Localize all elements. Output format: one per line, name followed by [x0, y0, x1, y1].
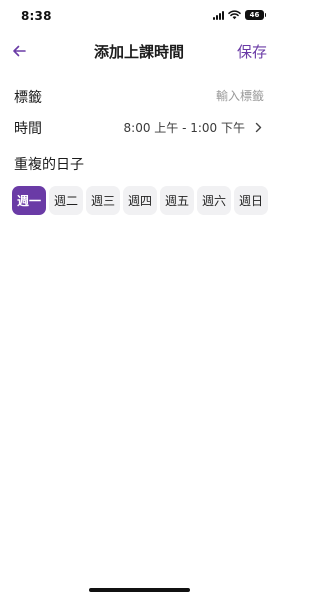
day-chip-sunday[interactable]: 週日: [234, 186, 268, 215]
status-icons: 46: [213, 10, 266, 20]
day-chip-saturday[interactable]: 週六: [197, 186, 231, 215]
save-button[interactable]: 保存: [237, 41, 267, 62]
time-range-value: 8:00 上午 - 1:00 下午: [123, 121, 245, 135]
label-row-title: 標籤: [14, 90, 42, 106]
chevron-right-icon: [252, 119, 264, 135]
day-chip-monday[interactable]: 週一: [12, 186, 46, 215]
add-class-time-screen: 8:38 46 添加上課時間 保存 標籤 輸入標籤 時間 8:00 上午 - 1…: [0, 0, 278, 600]
signal-icon: [213, 10, 224, 20]
wifi-icon: [228, 10, 241, 20]
day-chip-friday[interactable]: 週五: [160, 186, 194, 215]
battery-level: 46: [249, 11, 260, 19]
home-indicator: [89, 588, 190, 592]
status-bar: 8:38 46: [0, 0, 278, 30]
day-chip-thursday[interactable]: 週四: [123, 186, 157, 215]
day-chip-tuesday[interactable]: 週二: [49, 186, 83, 215]
battery-icon: 46: [245, 10, 266, 20]
weekday-selector: 週一 週二 週三 週四 週五 週六 週日: [12, 186, 268, 215]
time-row-title: 時間: [14, 121, 42, 137]
day-chip-wednesday[interactable]: 週三: [86, 186, 120, 215]
label-input[interactable]: [114, 85, 264, 107]
nav-header: 添加上課時間 保存: [0, 36, 278, 66]
status-time: 8:38: [21, 9, 52, 23]
label-row: 標籤: [14, 85, 264, 107]
time-row[interactable]: 時間 8:00 上午 - 1:00 下午: [14, 116, 264, 138]
repeat-days-title: 重複的日子: [14, 157, 84, 173]
